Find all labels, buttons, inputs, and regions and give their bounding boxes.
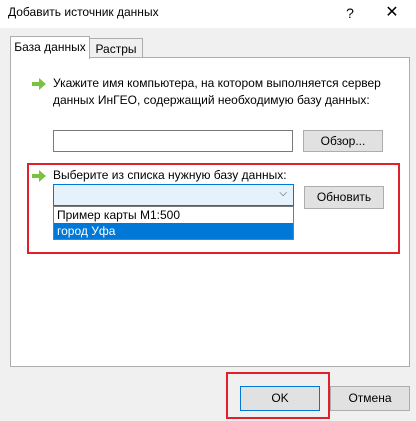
- tab-database[interactable]: База данных: [10, 36, 90, 59]
- cancel-button[interactable]: Отмена: [330, 386, 410, 411]
- tab-rasters[interactable]: Растры: [89, 38, 143, 58]
- window-title: Добавить источник данных: [8, 5, 159, 19]
- title-bar: Добавить источник данных ? ✕: [0, 0, 416, 28]
- browse-button[interactable]: Обзор...: [303, 130, 383, 152]
- database-select[interactable]: ⌵: [53, 184, 294, 206]
- chevron-down-icon[interactable]: ⌵: [279, 188, 287, 199]
- database-dropdown-list: Пример карты М1:500 город Уфа: [53, 206, 294, 240]
- dropdown-option[interactable]: Пример карты М1:500: [54, 207, 293, 223]
- arrow-right-icon: [32, 170, 46, 182]
- ok-button[interactable]: OK: [240, 386, 320, 411]
- close-button[interactable]: ✕: [372, 0, 412, 28]
- refresh-button[interactable]: Обновить: [304, 186, 384, 209]
- server-instruction: Укажите имя компьютера, на котором выпол…: [53, 76, 381, 107]
- dropdown-option-selected[interactable]: город Уфа: [54, 223, 293, 239]
- arrow-right-icon: [32, 78, 46, 90]
- server-name-input[interactable]: [53, 130, 293, 152]
- help-button[interactable]: ?: [336, 0, 364, 28]
- database-instruction: Выберите из списка нужную базу данных:: [53, 168, 287, 182]
